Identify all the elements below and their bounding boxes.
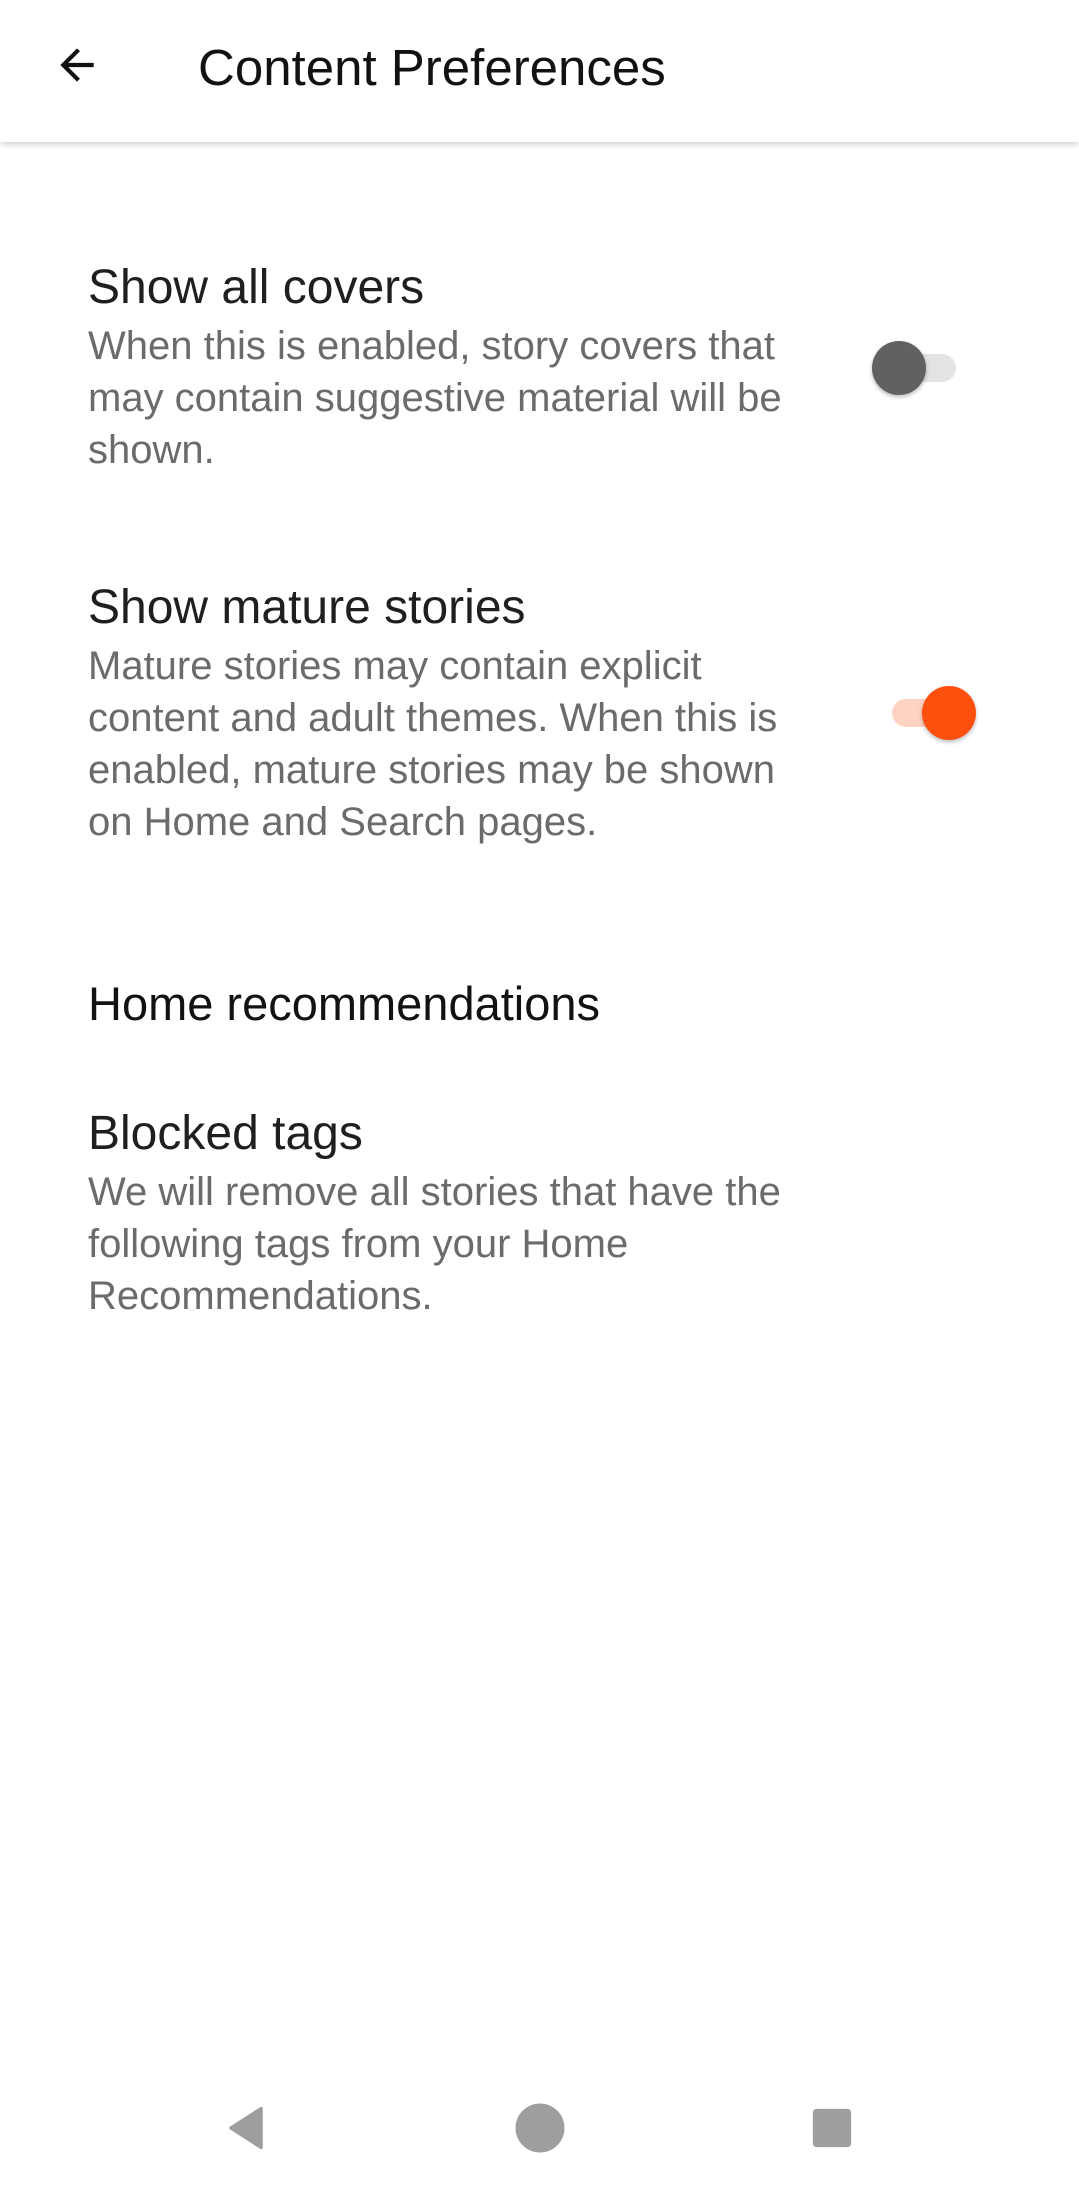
content-preferences-screen: Content Preferences Show all covers When… (0, 0, 1079, 2193)
pref-title: Show all covers (88, 261, 425, 314)
back-button[interactable] (34, 22, 120, 108)
pref-show-mature-stories[interactable]: Show mature stories Mature stories may c… (88, 578, 828, 848)
show-mature-stories-switch[interactable] (876, 683, 976, 743)
pref-summary: We will remove all stories that have the… (88, 1170, 781, 1318)
nav-home-button[interactable] (490, 2078, 590, 2178)
circle-home-icon (515, 2103, 565, 2153)
pref-title: Show mature stories (88, 581, 526, 634)
pref-title: Blocked tags (88, 1107, 363, 1160)
pref-show-all-covers[interactable]: Show all covers When this is enabled, st… (88, 258, 828, 476)
nav-back-button[interactable] (196, 2078, 296, 2178)
app-bar: Content Preferences (0, 0, 1079, 142)
section-header-home-recommendations: Home recommendations (88, 977, 600, 1030)
switch-thumb (922, 686, 976, 740)
square-recents-icon (812, 2108, 852, 2148)
nav-recents-button[interactable] (782, 2078, 882, 2178)
triangle-back-icon (229, 2106, 263, 2150)
switch-thumb (872, 341, 926, 395)
pref-summary: Mature stories may contain explicit cont… (88, 644, 778, 844)
pref-blocked-tags[interactable]: Blocked tags We will remove all stories … (88, 1104, 828, 1322)
page-title: Content Preferences (198, 39, 666, 96)
arrow-left-icon (60, 48, 94, 82)
show-all-covers-switch[interactable] (870, 338, 970, 398)
pref-summary: When this is enabled, story covers that … (88, 324, 782, 472)
system-navigation-bar (0, 2060, 1079, 2193)
